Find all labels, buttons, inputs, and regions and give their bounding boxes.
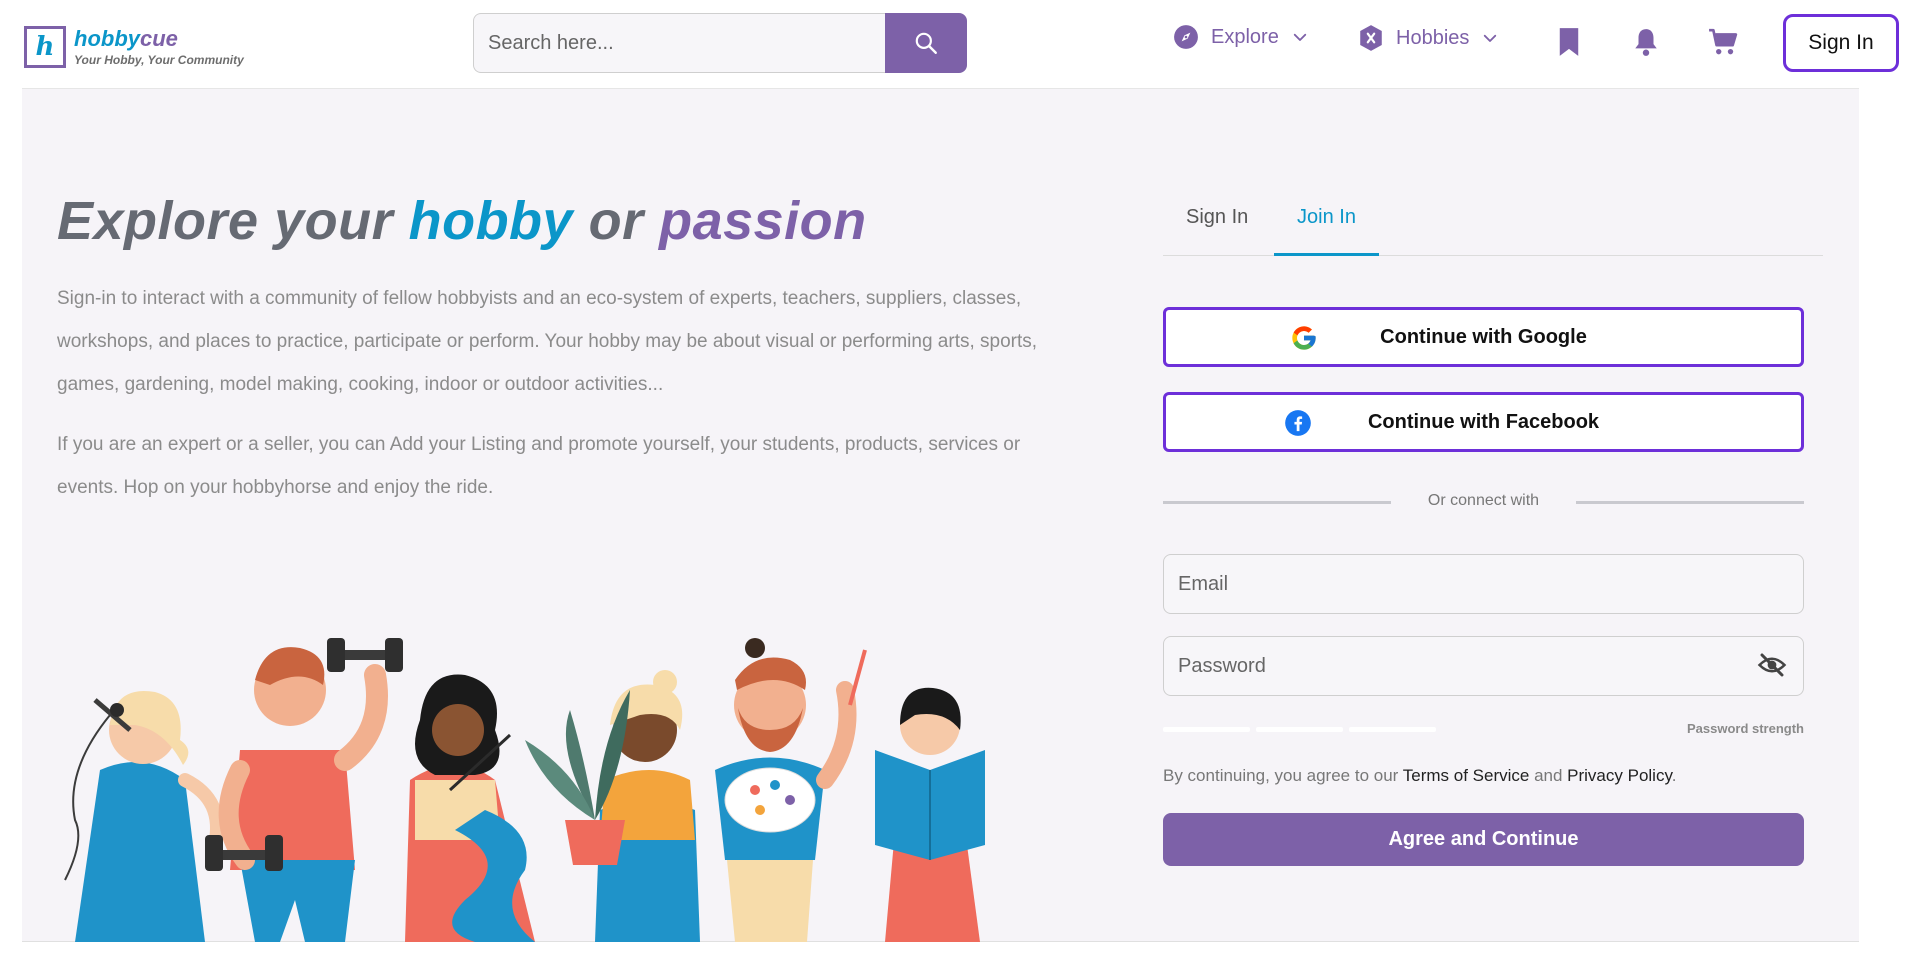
tab-join-in[interactable]: Join In xyxy=(1274,196,1379,256)
header-signin-button[interactable]: Sign In xyxy=(1783,14,1899,72)
strength-bar xyxy=(1349,727,1436,732)
divider-line-right xyxy=(1576,501,1804,504)
email-field[interactable] xyxy=(1163,554,1804,614)
nav-hobbies[interactable]: Hobbies xyxy=(1358,24,1499,52)
nav-explore-label: Explore xyxy=(1211,25,1279,48)
logo[interactable]: h hobbycue Your Hobby, Your Community xyxy=(24,26,244,68)
continue-with-google-button[interactable]: Continue with Google xyxy=(1163,307,1804,367)
logo-name: hobbycue xyxy=(74,27,244,51)
logo-letter: h xyxy=(35,32,55,62)
plant-holder-figure xyxy=(525,670,700,942)
terms-prefix: By continuing, you agree to our xyxy=(1163,766,1403,785)
auth-tabs: Sign In Join In xyxy=(1163,196,1823,256)
cart-button[interactable] xyxy=(1705,22,1741,62)
hero-title-or: or xyxy=(573,191,660,251)
google-button-label: Continue with Google xyxy=(1380,325,1587,348)
weightlifter-figure xyxy=(205,638,403,942)
reader-figure xyxy=(875,687,985,942)
search-input[interactable] xyxy=(473,13,886,73)
hero-title-passion: passion xyxy=(659,191,867,251)
bell-icon xyxy=(1635,29,1657,56)
password-strength-meter: Password strength xyxy=(1163,721,1804,747)
hero-title-part1: Explore your xyxy=(57,191,409,251)
logo-name-hobby: hobby xyxy=(74,26,140,51)
compass-icon xyxy=(1174,25,1198,49)
singer-figure xyxy=(64,690,224,942)
hero-title: Explore your hobby or passion xyxy=(57,190,867,252)
bookmark-icon xyxy=(1559,28,1579,56)
hero-title-hobby: hobby xyxy=(408,191,574,251)
terms-and: and xyxy=(1529,766,1568,785)
google-icon xyxy=(1292,326,1316,350)
strength-bar xyxy=(1163,727,1250,732)
privacy-policy-link[interactable]: Privacy Policy xyxy=(1567,766,1672,785)
agree-and-continue-button[interactable]: Agree and Continue xyxy=(1163,813,1804,866)
notifications-button[interactable] xyxy=(1628,22,1664,62)
tab-sign-in[interactable]: Sign In xyxy=(1186,196,1276,256)
facebook-button-label: Continue with Facebook xyxy=(1367,410,1600,433)
password-field[interactable] xyxy=(1163,636,1804,696)
facebook-icon xyxy=(1285,410,1311,436)
logo-mark: h xyxy=(24,26,66,68)
chevron-down-icon xyxy=(1293,33,1306,41)
hero-paragraph-2: If you are an expert or a seller, you ca… xyxy=(57,434,1021,498)
eye-off-icon[interactable] xyxy=(1757,650,1787,680)
hero-intro: Sign-in to interact with a community of … xyxy=(57,277,1067,509)
hobbyists-illustration xyxy=(64,638,985,942)
top-navbar: h hobbycue Your Hobby, Your Community Ex… xyxy=(0,0,1914,88)
hero-paragraph-1: Sign-in to interact with a community of … xyxy=(57,288,1038,395)
knitter-figure xyxy=(405,674,535,942)
terms-notice: By continuing, you agree to our Terms of… xyxy=(1163,766,1676,786)
password-strength-label: Password strength xyxy=(1686,721,1804,736)
terms-suffix: . xyxy=(1671,766,1677,785)
strength-bar xyxy=(1256,727,1343,732)
logo-tagline: Your Hobby, Your Community xyxy=(74,53,244,67)
search-icon xyxy=(915,32,938,54)
terms-of-service-link[interactable]: Terms of Service xyxy=(1403,766,1530,785)
logo-name-cue: cue xyxy=(140,26,178,51)
chevron-down-icon xyxy=(1484,34,1497,42)
search-bar xyxy=(473,13,967,73)
continue-with-facebook-button[interactable]: Continue with Facebook xyxy=(1163,392,1804,452)
logo-wordmark: hobbycue Your Hobby, Your Community xyxy=(74,27,244,68)
nav-explore[interactable]: Explore xyxy=(1173,24,1309,50)
nav-hobbies-label: Hobbies xyxy=(1396,26,1470,49)
cart-icon xyxy=(1709,28,1738,55)
search-button[interactable] xyxy=(885,13,967,73)
painter-figure xyxy=(715,638,867,942)
or-connect-divider: Or connect with xyxy=(1163,490,1804,514)
hobbies-icon xyxy=(1360,25,1382,51)
bookmarks-button[interactable] xyxy=(1551,22,1587,62)
